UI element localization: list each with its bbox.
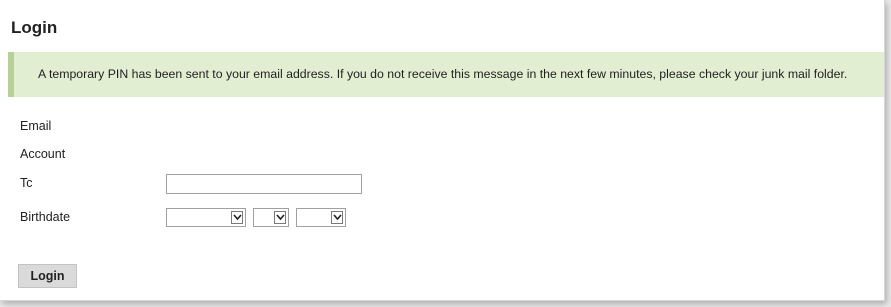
- temporary-pin-label: Tc: [20, 176, 33, 190]
- birthdate-label: Birthdate: [20, 210, 71, 224]
- email-label: Email: [20, 119, 52, 133]
- account-label: Account: [20, 147, 66, 161]
- chevron-down-icon[interactable]: [274, 211, 286, 224]
- login-button[interactable]: Login: [18, 264, 77, 288]
- birth-day-select[interactable]: [253, 208, 289, 227]
- notice-accent-bar: [8, 52, 14, 97]
- temporary-pin-input[interactable]: [166, 174, 362, 194]
- page-title: Login: [11, 18, 58, 37]
- pin-sent-notice: A temporary PIN has been sent to your em…: [8, 52, 884, 97]
- birth-year-select[interactable]: [296, 208, 346, 227]
- birth-month-select[interactable]: [166, 208, 246, 227]
- login-panel: Login A temporary PIN has been sent to y…: [0, 0, 885, 301]
- notice-message: A temporary PIN has been sent to your em…: [38, 67, 848, 81]
- chevron-down-icon[interactable]: [331, 211, 343, 224]
- chevron-down-icon[interactable]: [231, 211, 243, 224]
